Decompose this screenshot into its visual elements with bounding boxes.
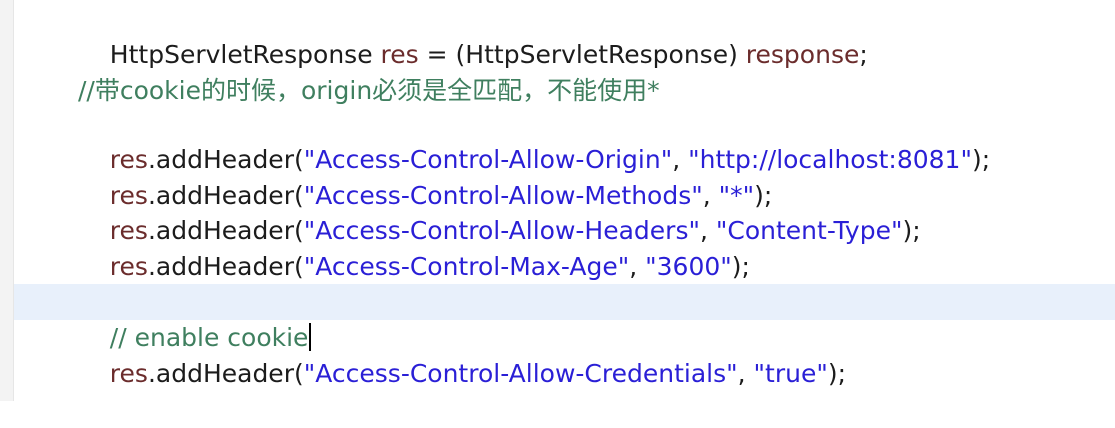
code-line-allow-credentials[interactable]: res.addHeader("Access-Control-Allow-Cred… [78, 320, 846, 388]
operator: = ( [418, 40, 466, 69]
variable-res: res [380, 40, 419, 69]
statement-end: ); [971, 145, 991, 174]
variable-res: res [109, 359, 148, 388]
statement-end: ); [731, 252, 750, 281]
header-value: "true" [753, 359, 828, 388]
code-line-allow-origin[interactable]: res.addHeader("Access-Control-Allow-Orig… [78, 106, 990, 174]
code-line-allow-headers[interactable]: res.addHeader("Access-Control-Allow-Head… [78, 177, 921, 245]
editor-gutter [0, 0, 14, 401]
header-key: "Access-Control-Allow-Credentials" [303, 359, 738, 388]
method-call: .addHeader( [147, 359, 304, 388]
semicolon: ; [859, 40, 868, 69]
code-line-max-age[interactable]: res.addHeader("Access-Control-Max-Age", … [78, 213, 750, 281]
arg-separator: , [737, 359, 754, 388]
header-value: "3600" [645, 252, 732, 281]
cast-close: ) [728, 40, 746, 69]
code-editor[interactable]: HttpServletResponse res = (HttpServletRe… [0, 0, 1115, 401]
cast-type: HttpServletResponse [465, 40, 729, 69]
method-call: .addHeader( [147, 252, 304, 281]
arg-separator: , [629, 252, 646, 281]
type-name: HttpServletResponse [109, 40, 373, 69]
code-line-allow-methods[interactable]: res.addHeader("Access-Control-Allow-Meth… [78, 142, 773, 210]
statement-end: ); [827, 359, 847, 388]
header-key: "Access-Control-Max-Age" [303, 252, 630, 281]
variable-response: response [745, 40, 860, 69]
statement-end: ); [902, 216, 921, 245]
code-comment-enable-cookie[interactable]: // enable cookie [78, 284, 312, 352]
variable-res: res [109, 252, 148, 281]
code-line-response-cast[interactable]: HttpServletResponse res = (HttpServletRe… [78, 1, 868, 69]
code-comment-chinese[interactable]: //带cookie的时候，origin必须是全匹配，不能使用* [78, 73, 660, 109]
